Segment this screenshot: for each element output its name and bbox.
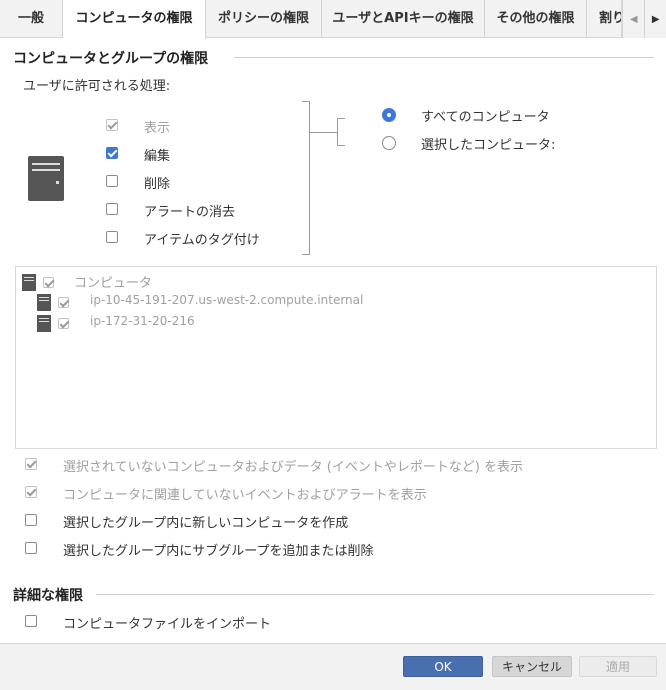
create-computers-in-group-label: 選択したグループ内に新しいコンピュータを作成 [63, 516, 349, 531]
dialog-footer: OK キャンセル 適用 [0, 643, 666, 690]
computer-icon [28, 156, 64, 201]
tab-scroll-controls: ◀ ▶ [622, 0, 666, 38]
create-computers-in-group-checkbox[interactable] [25, 514, 37, 526]
computers-root-icon [22, 274, 36, 291]
view-label: 表示 [144, 121, 171, 136]
manage-subgroups-checkbox[interactable] [25, 542, 37, 554]
computer-node-icon [37, 315, 51, 332]
allowed-actions-label: ユーザに許可される処理: [23, 79, 171, 94]
tag-items-checkbox[interactable] [106, 231, 118, 243]
apply-button[interactable]: 適用 [579, 656, 657, 677]
cancel-button[interactable]: キャンセル [492, 656, 572, 677]
import-computer-files-label: コンピュータファイルをインポート [63, 617, 272, 632]
show-unrelated-events-label: コンピュータに関連していないイベントおよびアラートを表示 [63, 488, 427, 503]
tab-user-api-key-rights[interactable]: ユーザとAPIキーの権限 [322, 0, 485, 38]
computers-root-label: コンピュータ [74, 276, 153, 291]
section-divider [234, 57, 654, 58]
dismiss-alerts-label: アラートの消去 [144, 205, 236, 220]
view-checkbox[interactable] [106, 119, 118, 131]
computer-node-checkbox[interactable] [58, 297, 69, 308]
all-computers-radio[interactable] [382, 108, 396, 122]
tab-general[interactable]: 一般 [0, 0, 63, 38]
tab-computer-rights[interactable]: コンピュータの権限 [63, 0, 206, 39]
import-computer-files-checkbox[interactable] [25, 615, 37, 627]
ok-button[interactable]: OK [403, 656, 483, 677]
tab-policy-rights[interactable]: ポリシーの権限 [206, 0, 322, 38]
computer-node-checkbox[interactable] [58, 318, 69, 329]
edit-label: 編集 [144, 149, 171, 164]
delete-checkbox[interactable] [106, 175, 118, 187]
section-title-computer-group-rights: コンピュータとグループの権限 [13, 51, 209, 67]
computer-node-label: ip-10-45-191-207.us-west-2.compute.inter… [90, 293, 364, 307]
show-unselected-computers-checkbox[interactable] [25, 458, 37, 470]
show-unrelated-events-checkbox[interactable] [25, 486, 37, 498]
selected-computers-label: 選択したコンピュータ: [421, 138, 556, 153]
selected-computers-radio[interactable] [382, 136, 396, 150]
computers-root-checkbox[interactable] [43, 277, 54, 288]
tab-other-rights[interactable]: その他の権限 [485, 0, 587, 38]
tab-scroll-right-icon[interactable]: ▶ [644, 0, 666, 38]
tab-assignments-partial[interactable]: 割り [587, 0, 622, 38]
tag-items-label: アイテムのタグ付け [144, 233, 260, 248]
computer-tree[interactable]: コンピュータ ip-10-45-191-207.us-west-2.comput… [15, 266, 657, 449]
tab-scroll-left-icon[interactable]: ◀ [623, 0, 644, 38]
delete-label: 削除 [144, 177, 171, 192]
manage-subgroups-label: 選択したグループ内にサブグループを追加または削除 [63, 544, 374, 559]
computer-node-icon [37, 294, 51, 311]
all-computers-label: すべてのコンピュータ [421, 110, 550, 125]
section-title-advanced-rights: 詳細な権限 [13, 588, 83, 604]
edit-checkbox[interactable] [106, 147, 118, 159]
computer-node-label: ip-172-31-20-216 [90, 314, 195, 328]
tab-bar: 一般 コンピュータの権限 ポリシーの権限 ユーザとAPIキーの権限 その他の権限… [0, 0, 666, 39]
section-divider [96, 594, 654, 595]
show-unselected-computers-label: 選択されていないコンピュータおよびデータ (イベントやレポートなど) を表示 [63, 460, 524, 475]
dismiss-alerts-checkbox[interactable] [106, 203, 118, 215]
